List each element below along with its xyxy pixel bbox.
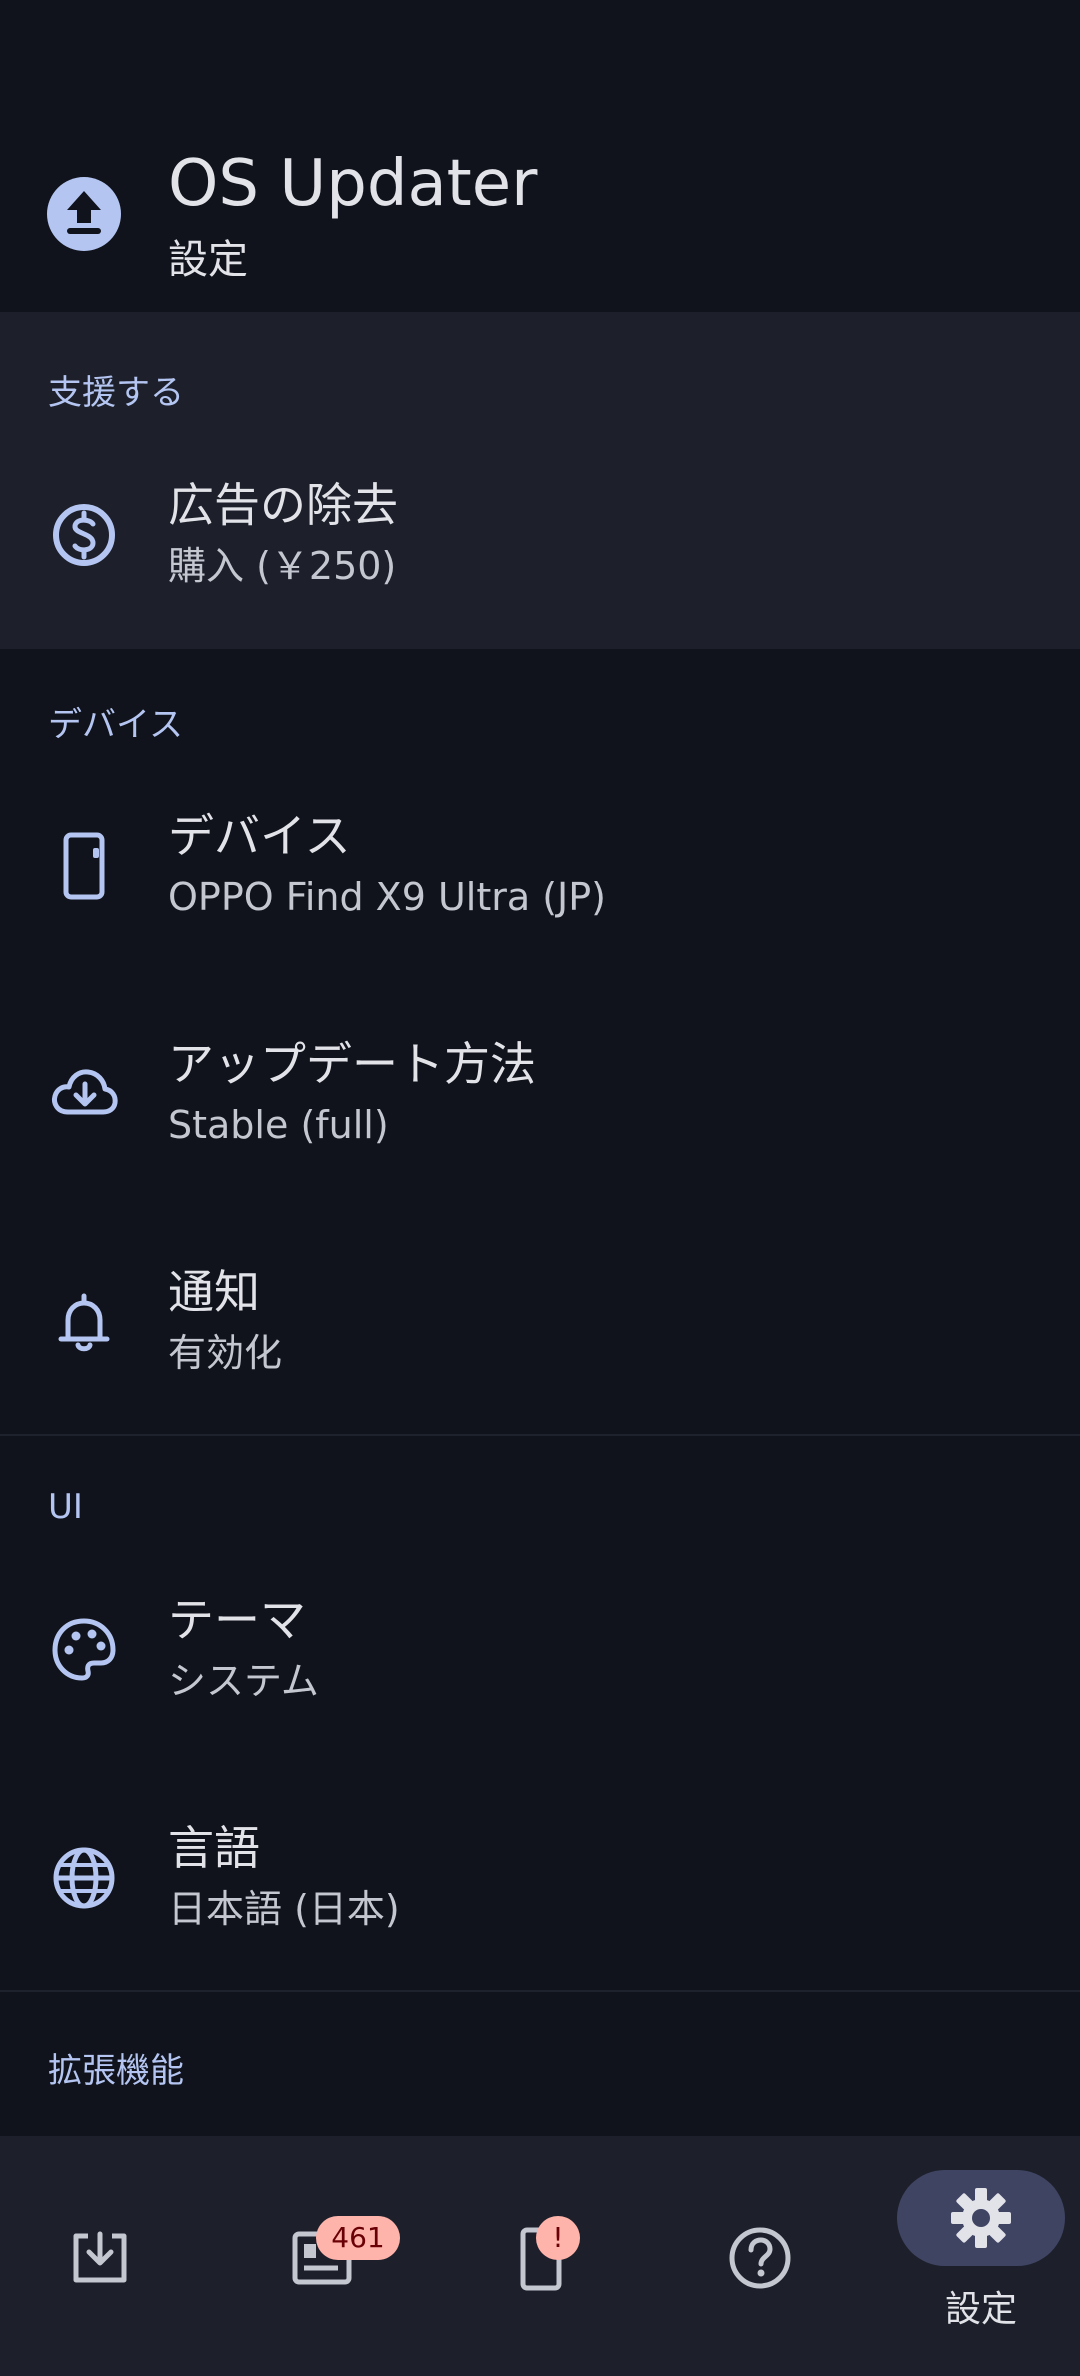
section-header-extensions: 拡張機能 xyxy=(48,2051,184,2091)
settings-screen: OS Updater 設定 支援する 広告の除去 購入 (￥250) デバイス … xyxy=(0,0,1080,2376)
theme-subtitle: システム xyxy=(168,1659,319,1703)
section-divider xyxy=(0,1434,1080,1436)
update-method-title: アップデート方法 xyxy=(168,1037,536,1091)
globe-icon xyxy=(53,1847,115,1909)
nav-device-status[interactable]: ! xyxy=(490,2136,610,2376)
language-row[interactable]: 言語 日本語 (日本) xyxy=(0,1764,1080,1992)
language-subtitle: 日本語 (日本) xyxy=(168,1887,400,1931)
nav-news[interactable]: 461 xyxy=(258,2136,418,2376)
phone-icon xyxy=(63,832,105,900)
remove-ads-title: 広告の除去 xyxy=(168,478,398,532)
section-header-support: 支援する xyxy=(48,373,184,413)
bottom-navigation: 461 ! 設定 xyxy=(0,2136,1080,2376)
app-title: OS Updater xyxy=(168,147,538,221)
notifications-title: 通知 xyxy=(168,1265,260,1319)
help-icon xyxy=(729,2227,791,2289)
remove-ads-row[interactable]: 広告の除去 購入 (￥250) xyxy=(0,421,1080,649)
theme-title: テーマ xyxy=(168,1593,306,1647)
section-divider xyxy=(0,1990,1080,1992)
theme-row[interactable]: テーマ システム xyxy=(0,1536,1080,1764)
palette-icon xyxy=(52,1618,116,1681)
page-subtitle: 設定 xyxy=(168,237,248,283)
update-method-subtitle: Stable (full) xyxy=(168,1103,389,1147)
device-alert-badge: ! xyxy=(536,2216,580,2260)
section-header-device: デバイス xyxy=(48,705,183,745)
bell-icon xyxy=(58,1293,110,1352)
language-title: 言語 xyxy=(168,1821,260,1875)
cloud-download-icon xyxy=(52,1069,118,1115)
nav-help[interactable] xyxy=(700,2136,820,2376)
device-subtitle: OPPO Find X9 Ultra (JP) xyxy=(168,875,606,919)
dollar-icon xyxy=(53,504,115,566)
device-title: デバイス xyxy=(168,809,351,863)
app-header: OS Updater 設定 xyxy=(0,0,1080,312)
upload-icon xyxy=(47,177,121,251)
device-row[interactable]: デバイス OPPO Find X9 Ultra (JP) xyxy=(0,752,1080,980)
update-method-row[interactable]: アップデート方法 Stable (full) xyxy=(0,980,1080,1208)
section-header-ui: UI xyxy=(48,1487,83,1527)
gear-icon[interactable] xyxy=(945,2182,1017,2254)
notifications-row[interactable]: 通知 有効化 xyxy=(0,1208,1080,1436)
news-count-badge: 461 xyxy=(316,2216,400,2260)
remove-ads-subtitle: 購入 (￥250) xyxy=(168,544,397,588)
notifications-subtitle: 有効化 xyxy=(168,1331,283,1375)
support-section: 支援する 広告の除去 購入 (￥250) xyxy=(0,312,1080,649)
nav-settings-label[interactable]: 設定 xyxy=(897,2286,1065,2334)
download-icon xyxy=(73,2231,127,2283)
nav-downloads[interactable] xyxy=(40,2136,160,2376)
